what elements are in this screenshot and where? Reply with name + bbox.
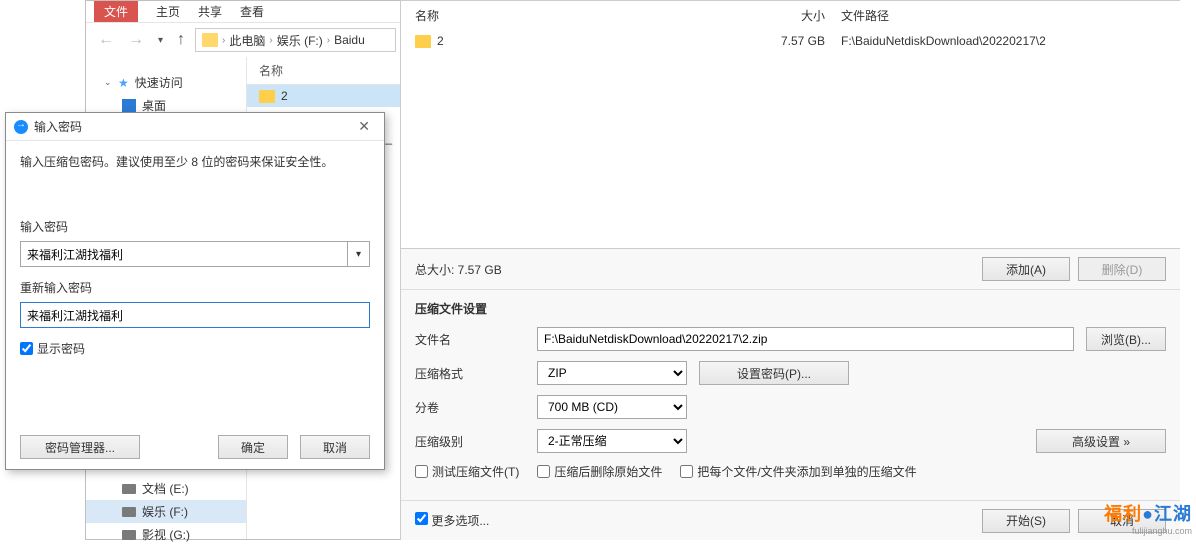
- start-button[interactable]: 开始(S): [982, 509, 1070, 533]
- compress-dialog: 名称 大小 文件路径 2 7.57 GB F:\BaiduNetdiskDown…: [400, 0, 1180, 540]
- disk-icon: [122, 507, 136, 517]
- col-size[interactable]: 大小: [765, 7, 825, 24]
- key-icon: [14, 120, 28, 134]
- chk-each[interactable]: 把每个文件/文件夹添加到单独的压缩文件: [680, 463, 916, 480]
- chk-test[interactable]: 测试压缩文件(T): [415, 463, 519, 480]
- dialog-titlebar[interactable]: 输入密码 ✕: [6, 113, 384, 141]
- close-icon[interactable]: ✕: [352, 118, 376, 135]
- nav-up-icon[interactable]: ↑: [173, 31, 189, 49]
- password-input[interactable]: [20, 241, 348, 267]
- settings-title: 压缩文件设置: [415, 300, 1166, 317]
- menu-home[interactable]: 主页: [156, 3, 180, 20]
- disk-icon: [122, 484, 136, 494]
- folder-icon: [415, 35, 431, 48]
- dialog-title: 输入密码: [34, 118, 82, 135]
- file-row[interactable]: 2: [247, 85, 404, 107]
- tree-movie-drive[interactable]: 影视 (G:): [86, 523, 246, 546]
- breadcrumb[interactable]: › 此电脑 › 娱乐 (F:) › Baidu: [195, 28, 396, 52]
- chevron-right-icon: ›: [327, 35, 330, 46]
- delete-button[interactable]: 删除(D): [1078, 257, 1166, 281]
- chevron-right-icon: ›: [222, 35, 225, 46]
- password-dropdown-icon[interactable]: ▾: [348, 241, 370, 267]
- file-name: 2: [281, 89, 288, 103]
- desktop-icon: [122, 99, 136, 113]
- ok-button[interactable]: 确定: [218, 435, 288, 459]
- row-path: F:\BaiduNetdiskDownload\20220217\2: [841, 34, 1166, 48]
- chk-delorig-box[interactable]: [537, 465, 550, 478]
- disk-icon: [122, 530, 136, 540]
- crumb-pc[interactable]: 此电脑: [229, 32, 265, 49]
- chk-test-box[interactable]: [415, 465, 428, 478]
- star-icon: ★: [118, 76, 129, 90]
- password-confirm-input[interactable]: [20, 302, 370, 328]
- format-select[interactable]: ZIP: [537, 361, 687, 385]
- advanced-button[interactable]: 高级设置 »: [1036, 429, 1166, 453]
- more-options-box[interactable]: [415, 512, 428, 525]
- watermark: 福利●江湖 fulijianghu.com: [1104, 500, 1192, 536]
- tree-quick-access[interactable]: ⌄★ 快速访问: [86, 71, 246, 94]
- folder-icon: [259, 90, 275, 103]
- row-size: 7.57 GB: [765, 34, 825, 48]
- more-options[interactable]: 更多选项...: [415, 512, 974, 529]
- tree-ent-drive[interactable]: 娱乐 (F:): [86, 500, 246, 523]
- crumb-drive[interactable]: 娱乐 (F:): [277, 32, 323, 49]
- level-label: 压缩级别: [415, 433, 525, 450]
- enter-password-label: 输入密码: [20, 218, 370, 235]
- compress-settings: 压缩文件设置 文件名 浏览(B)... 压缩格式 ZIP 设置密码(P)... …: [401, 290, 1180, 490]
- menu-share[interactable]: 共享: [198, 3, 222, 20]
- tree-label: 影视 (G:): [142, 526, 190, 543]
- password-manager-button[interactable]: 密码管理器...: [20, 435, 140, 459]
- col-name[interactable]: 名称: [415, 7, 765, 24]
- menu-view[interactable]: 查看: [240, 3, 264, 20]
- list-header: 名称 大小 文件路径: [401, 1, 1180, 30]
- tree-label: 文档 (E:): [142, 480, 189, 497]
- menu-file[interactable]: 文件: [94, 1, 138, 22]
- password-hint: 输入压缩包密码。建议使用至少 8 位的密码来保证安全性。: [20, 153, 370, 170]
- tree-label: 快速访问: [135, 74, 183, 91]
- cancel-button[interactable]: 取消: [300, 435, 370, 459]
- chk-each-box[interactable]: [680, 465, 693, 478]
- add-button[interactable]: 添加(A): [982, 257, 1070, 281]
- col-path[interactable]: 文件路径: [841, 7, 1166, 24]
- format-label: 压缩格式: [415, 365, 525, 382]
- total-size-label: 总大小: 7.57 GB: [415, 261, 982, 278]
- password-dialog: 输入密码 ✕ 输入压缩包密码。建议使用至少 8 位的密码来保证安全性。 输入密码…: [5, 112, 385, 470]
- nav-fwd-icon[interactable]: →: [124, 31, 148, 49]
- explorer-menu: 文件 主页 共享 查看: [86, 1, 404, 23]
- column-header-name[interactable]: 名称: [247, 57, 404, 85]
- filename-label: 文件名: [415, 331, 525, 348]
- list-row[interactable]: 2 7.57 GB F:\BaiduNetdiskDownload\202202…: [401, 30, 1180, 52]
- set-password-button[interactable]: 设置密码(P)...: [699, 361, 849, 385]
- browse-button[interactable]: 浏览(B)...: [1086, 327, 1166, 351]
- nav-dropdown-icon[interactable]: ▾: [154, 35, 167, 46]
- row-name: 2: [437, 34, 444, 48]
- nav-back-icon[interactable]: ←: [94, 31, 118, 49]
- tree-label: 娱乐 (F:): [142, 503, 188, 520]
- compress-file-list[interactable]: 名称 大小 文件路径 2 7.57 GB F:\BaiduNetdiskDown…: [401, 1, 1180, 249]
- chevron-right-icon: ›: [269, 35, 272, 46]
- split-select[interactable]: 700 MB (CD): [537, 395, 687, 419]
- chk-delorig[interactable]: 压缩后删除原始文件: [537, 463, 662, 480]
- explorer-nav: ← → ▾ ↑ › 此电脑 › 娱乐 (F:) › Baidu: [86, 23, 404, 57]
- tree-doc-drive[interactable]: 文档 (E:): [86, 477, 246, 500]
- reenter-password-label: 重新输入密码: [20, 279, 370, 296]
- crumb-folder[interactable]: Baidu: [334, 33, 365, 47]
- folder-icon: [202, 33, 218, 47]
- password-combo: ▾: [20, 241, 370, 267]
- split-label: 分卷: [415, 399, 525, 416]
- show-password[interactable]: 显示密码: [20, 340, 370, 357]
- dialog-footer: 更多选项... 开始(S) 取消: [401, 500, 1180, 540]
- show-password-box[interactable]: [20, 342, 33, 355]
- total-row: 总大小: 7.57 GB 添加(A) 删除(D): [401, 249, 1180, 290]
- level-select[interactable]: 2-正常压缩: [537, 429, 687, 453]
- filename-input[interactable]: [537, 327, 1074, 351]
